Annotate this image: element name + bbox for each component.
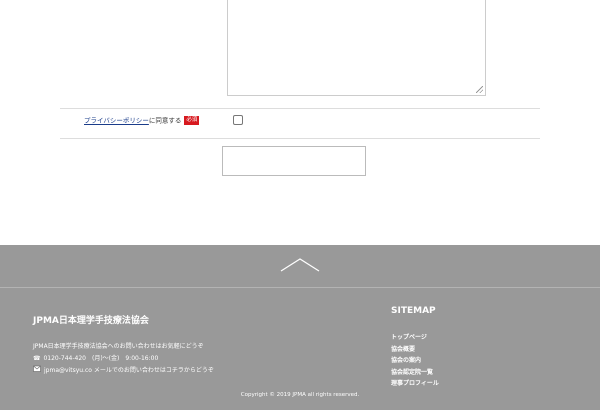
sitemap-item-board[interactable]: 理事プロフィール xyxy=(391,378,439,390)
sitemap-item-top[interactable]: トップページ xyxy=(391,332,439,344)
message-textarea[interactable] xyxy=(227,0,486,96)
phone-icon: ☎ xyxy=(33,355,41,362)
chevron-up-icon xyxy=(280,258,320,272)
privacy-policy-suffix: に同意する xyxy=(148,116,182,125)
contact-email[interactable]: jpma@vitsyu.co メールでのお問い合わせはコチラからどうぞ xyxy=(44,365,214,377)
contact-email-row: jpma@vitsyu.co メールでのお問い合わせはコチラからどうぞ xyxy=(33,365,214,377)
contact-intro: JPMA日本理学手技療法協会へのお問い合わせはお気軽にどうぞ xyxy=(33,343,204,350)
mail-icon xyxy=(33,365,41,377)
required-badge: 必須 xyxy=(184,116,200,125)
privacy-policy-row: プライバシーポリシーに同意する 必須 xyxy=(84,116,200,126)
privacy-policy-link[interactable]: プライバシーポリシー xyxy=(84,117,149,125)
contact-phone-row: ☎ 0120-744-420 (月)〜(金) 9:00-16:00 xyxy=(33,353,214,365)
sitemap-nav: トップページ 協会概要 協会の案内 協会認定院一覧 理事プロフィール xyxy=(391,332,439,390)
contact-phone: 0120-744-420 (月)〜(金) 9:00-16:00 xyxy=(43,355,159,362)
footer-org-name: JPMA日本理学手技療法協会 xyxy=(33,316,149,326)
privacy-agree-checkbox[interactable] xyxy=(233,115,243,125)
sitemap-title: SITEMAP xyxy=(391,306,436,316)
form-divider xyxy=(60,138,540,139)
site-footer: JPMA日本理学手技療法協会 JPMA日本理学手技療法協会へのお問い合わせはお気… xyxy=(0,245,600,410)
resize-handle[interactable] xyxy=(476,86,483,93)
copyright: Copyright © 2019 JPMA all rights reserve… xyxy=(240,392,360,398)
footer-contact: JPMA日本理学手技療法協会へのお問い合わせはお気軽にどうぞ ☎ 0120-744… xyxy=(33,341,214,377)
page-top-button[interactable] xyxy=(275,249,325,283)
submit-button[interactable] xyxy=(222,146,366,176)
form-divider xyxy=(60,108,540,109)
sitemap-item-guide[interactable]: 協会の案内 xyxy=(391,355,439,367)
footer-divider xyxy=(0,287,600,288)
sitemap-item-clinics[interactable]: 協会認定院一覧 xyxy=(391,367,439,379)
sitemap-item-about[interactable]: 協会概要 xyxy=(391,344,439,356)
